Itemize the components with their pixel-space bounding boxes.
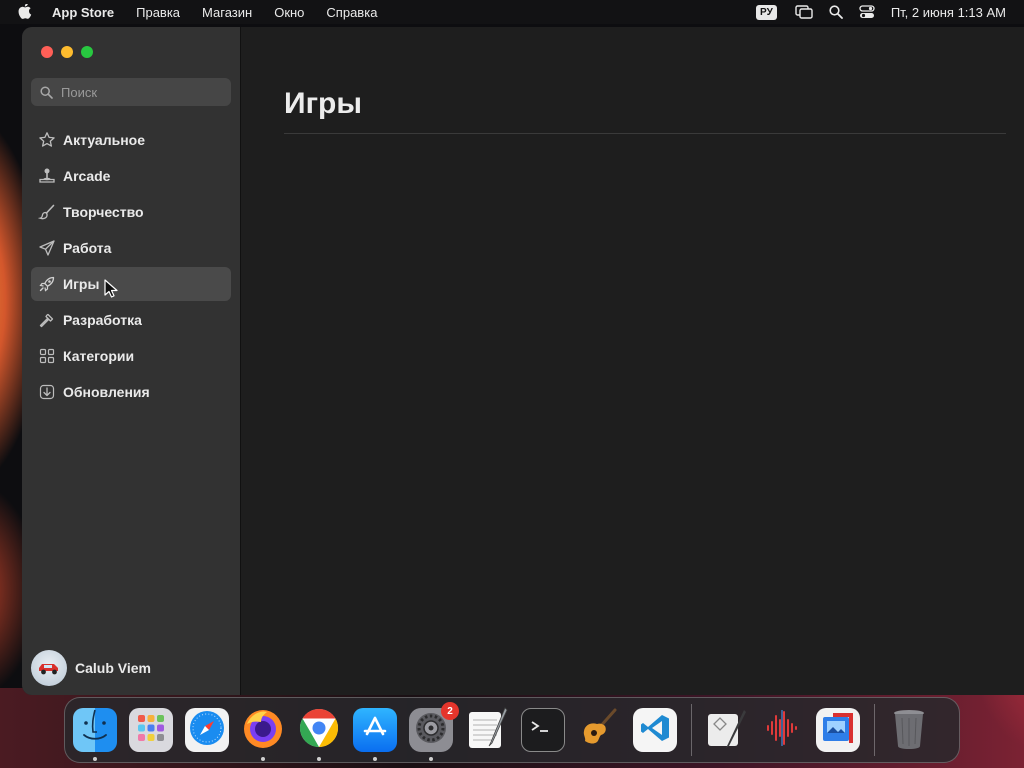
sidebar-item-label: Обновления [63,384,150,400]
mouse-pointer-icon [104,279,118,304]
dock-system-settings[interactable]: 2 [409,702,459,761]
dock-app-store[interactable] [353,708,397,761]
dock-terminal[interactable] [521,708,565,752]
waveform-icon [762,708,802,753]
grid-icon [37,346,57,366]
vscode-icon [639,712,671,749]
apple-logo-icon[interactable] [18,4,38,20]
menu-help[interactable]: Справка [326,5,377,20]
spotlight-search-icon[interactable] [829,5,843,19]
download-icon [37,382,57,402]
menu-store[interactable]: Магазин [202,5,252,20]
script-editor-icon [704,706,748,755]
dock-garageband[interactable] [577,708,621,752]
account-button[interactable]: Calub Viem [31,650,151,686]
dock-vscode[interactable] [633,708,677,752]
close-window-button[interactable] [41,46,53,58]
terminal-icon [528,716,558,745]
search-field[interactable] [31,78,231,106]
dock-script-editor[interactable] [704,708,748,752]
dock-firefox[interactable] [241,706,285,761]
rocket-icon [37,274,57,294]
star-icon [37,130,57,150]
dock-trash[interactable] [887,708,931,752]
chrome-icon [298,707,340,754]
user-name: Calub Viem [75,660,151,676]
notification-badge: 2 [441,702,459,720]
textedit-icon [465,706,509,755]
dock-audio-editor[interactable] [760,708,804,752]
finder-icon [73,706,117,755]
sidebar-item-discover[interactable]: Актуальное [31,123,231,157]
dock-separator [691,704,692,756]
sidebar-item-label: Актуальное [63,132,146,148]
title-divider [284,133,1006,134]
app-store-window: Актуальное Arcade Творчество Работа [22,27,1024,695]
dock-preview[interactable] [816,708,860,752]
dock-finder[interactable] [73,706,117,761]
menu-bar: App Store Правка Магазин Окно Справка РУ… [0,0,1024,24]
search-input[interactable] [61,84,211,100]
menu-edit[interactable]: Правка [136,5,180,20]
preview-icon [819,709,857,752]
dock: 2 [64,697,960,763]
sidebar-item-arcade[interactable]: Arcade [31,159,231,193]
sidebar-item-label: Работа [63,240,112,256]
control-center-icon[interactable] [859,5,875,19]
dock-safari[interactable] [185,708,229,752]
menu-window[interactable]: Окно [274,5,304,20]
hammer-icon [37,310,57,330]
dock-textedit[interactable] [465,706,509,755]
menubar-clock[interactable]: Пт, 2 июня 1:13 AM [891,5,1006,20]
sidebar-item-create[interactable]: Творчество [31,195,231,229]
sidebar-item-categories[interactable]: Категории [31,339,231,373]
joystick-icon [37,166,57,186]
safari-compass-icon [187,708,227,753]
minimize-window-button[interactable] [61,46,73,58]
sidebar: Актуальное Arcade Творчество Работа [22,27,241,695]
dock-launchpad[interactable] [129,708,173,752]
screen-mirroring-icon[interactable] [795,5,813,19]
dock-separator [874,704,875,756]
trash-icon [889,706,929,755]
search-icon [40,85,53,99]
sidebar-item-label: Категории [63,348,135,364]
sidebar-item-develop[interactable]: Разработка [31,303,231,337]
main-content: Игры [242,27,1024,695]
avatar [31,650,67,686]
input-language-indicator[interactable]: РУ [756,4,777,20]
window-controls [41,46,93,58]
sidebar-item-work[interactable]: Работа [31,231,231,265]
brush-icon [37,202,57,222]
menu-app-store[interactable]: App Store [52,5,114,20]
paper-plane-icon [37,238,57,258]
sidebar-item-updates[interactable]: Обновления [31,375,231,409]
zoom-window-button[interactable] [81,46,93,58]
sidebar-item-label: Игры [63,276,100,292]
page-title: Игры [284,87,363,120]
launchpad-icon [135,712,167,749]
guitar-icon [577,706,621,755]
dock-chrome[interactable] [297,707,341,761]
app-store-icon [360,713,390,748]
sidebar-item-label: Arcade [63,168,111,184]
sidebar-item-games[interactable]: Игры [31,267,231,301]
sidebar-item-label: Разработка [63,312,142,328]
firefox-icon [241,706,285,755]
sidebar-nav: Актуальное Arcade Творчество Работа Игры… [31,123,231,411]
sidebar-item-label: Творчество [63,204,144,220]
